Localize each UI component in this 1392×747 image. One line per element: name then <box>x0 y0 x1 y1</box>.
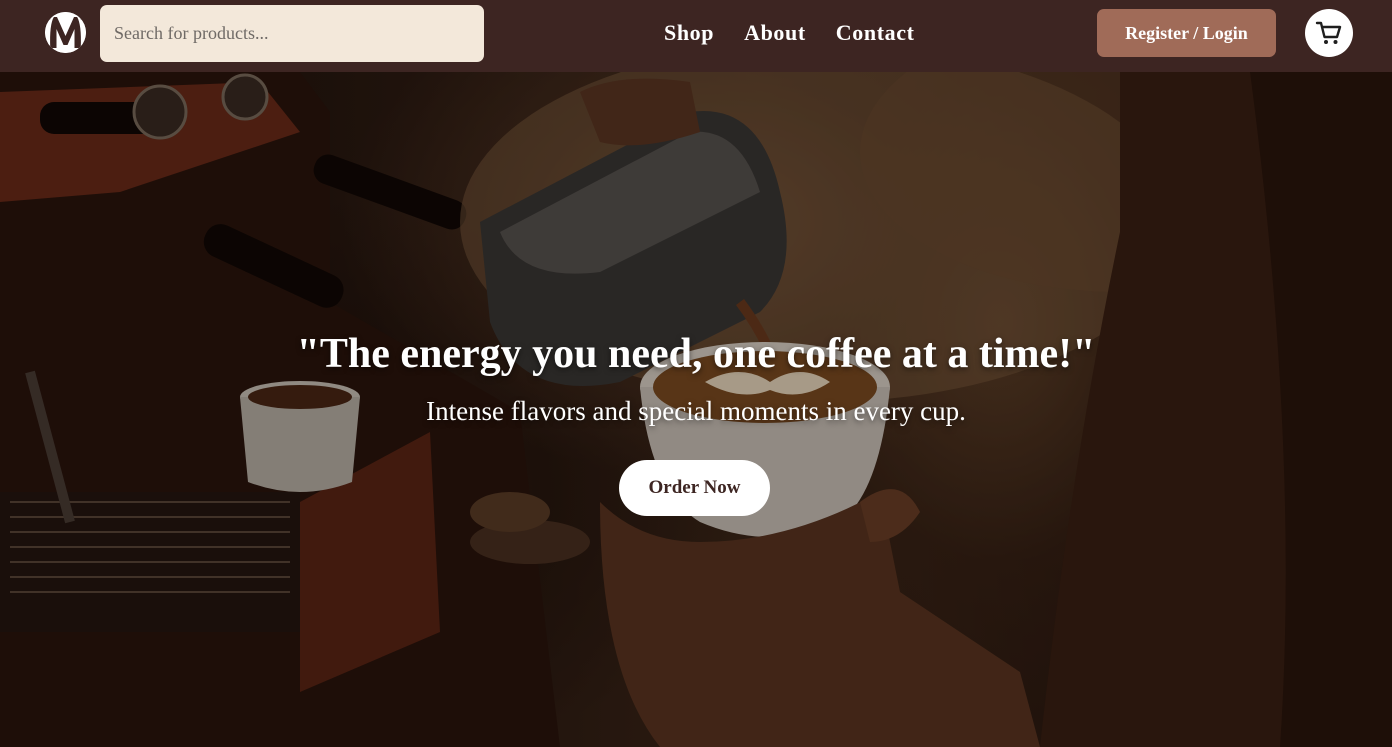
order-now-button[interactable]: Order Now <box>619 460 770 516</box>
hero-subtitle: Intense flavors and special moments in e… <box>426 396 966 426</box>
hero-content: "The energy you need, one coffee at a ti… <box>0 72 1392 747</box>
m-logo-icon <box>45 12 86 53</box>
search-box <box>100 5 484 62</box>
nav-link-contact[interactable]: Contact <box>836 20 915 46</box>
hero-section: "The energy you need, one coffee at a ti… <box>0 72 1392 747</box>
main-nav: Shop About Contact <box>664 0 915 66</box>
nav-link-about[interactable]: About <box>744 20 806 46</box>
shopping-cart-icon <box>1315 21 1342 44</box>
search-input[interactable] <box>100 5 484 62</box>
cart-button[interactable] <box>1305 9 1353 57</box>
nav-link-shop[interactable]: Shop <box>664 20 714 46</box>
hero-title: "The energy you need, one coffee at a ti… <box>296 331 1096 377</box>
brand-logo[interactable] <box>45 12 86 53</box>
register-login-button[interactable]: Register / Login <box>1097 9 1276 57</box>
top-navbar: Shop About Contact Register / Login <box>0 0 1392 72</box>
